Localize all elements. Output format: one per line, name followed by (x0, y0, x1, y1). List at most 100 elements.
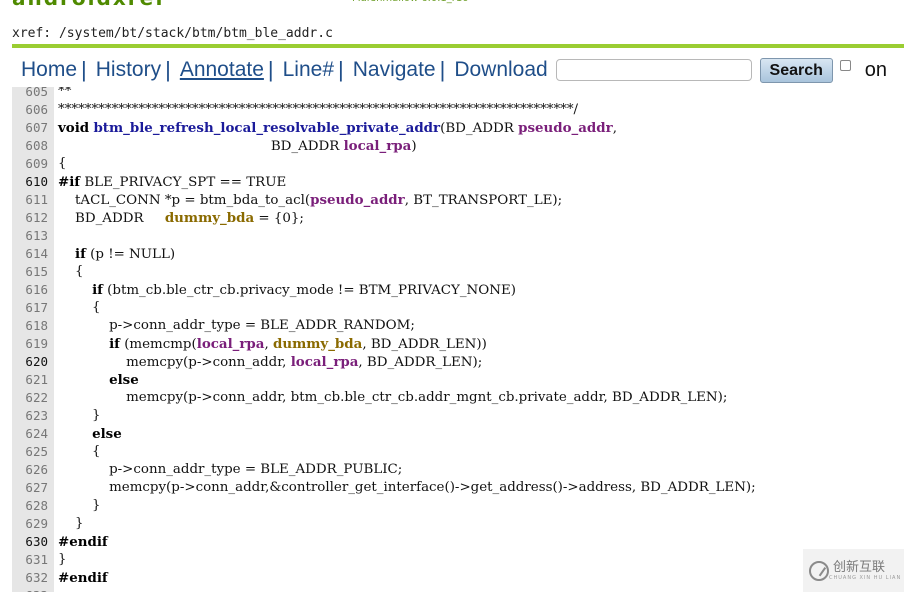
code-line-text: if (btm_cb.ble_ctr_cb.privacy_mode != BT… (92, 282, 516, 298)
line-number-link[interactable]: 613 (12, 227, 48, 245)
code-line-text: { (58, 156, 67, 171)
code-line: 610 #if BLE_PRIVACY_SPT == TRUE (12, 173, 904, 191)
code-line: 618 p->conn_addr_type = BLE_ADDR_RANDOM; (12, 317, 904, 335)
logo-banner: androidxref Marshmallow 6.0.1_r10 (0, 0, 904, 9)
code-line-text: #endif (58, 570, 108, 586)
code-line: 628 } (12, 497, 904, 515)
line-number-link[interactable]: 631 (12, 551, 48, 569)
code-line: 621 else (12, 371, 904, 389)
code-line: 608 BD_ADDR local_rpa) (12, 137, 904, 155)
code-line-text: else (92, 426, 122, 442)
code-line-text: BD_ADDR local_rpa) (58, 138, 417, 154)
code-line: 609 { (12, 155, 904, 173)
code-line-text: ****************************************… (58, 102, 579, 117)
code-line: 620 memcpy(p->conn_addr, local_rpa, BD_A… (12, 353, 904, 371)
code-line-text: { (58, 264, 84, 279)
code-line: 616 if (btm_cb.ble_ctr_cb.privacy_mode !… (12, 281, 904, 299)
code-lines: 605 ** 606 ********************************… (12, 87, 904, 592)
logo-graphic: androidxref (12, 0, 302, 8)
code-line-text: memcpy(p->conn_addr, btm_cb.ble_ctr_cb.a… (58, 390, 728, 405)
line-number-link[interactable]: 620 (12, 353, 48, 371)
watermark-logo-icon (809, 560, 829, 581)
code-line-text: #if BLE_PRIVACY_SPT == TRUE (58, 174, 287, 190)
watermark: 创新互联 CHUANG XIN HU LIAN (803, 549, 904, 592)
menu-home-link[interactable]: Home (12, 57, 81, 83)
line-number-link[interactable]: 622 (12, 389, 48, 407)
line-number-link[interactable]: 633 (12, 587, 48, 592)
line-number-link[interactable]: 607 (12, 119, 48, 137)
search-scope-label: on (864, 58, 887, 81)
code-line-text: void btm_ble_refresh_local_resolvable_pr… (58, 120, 617, 136)
code-line-text: { (58, 444, 101, 459)
code-line: 622 memcpy(p->conn_addr, btm_cb.ble_ctr_… (12, 389, 904, 407)
code-line: 631} (12, 551, 904, 569)
code-line-text: else (109, 372, 139, 388)
code-line: 615 { (12, 263, 904, 281)
xref-path: xref: /system/bt/stack/btm/btm_ble_addr.… (12, 26, 333, 41)
line-number-link[interactable]: 612 (12, 209, 48, 227)
code-line: 633 (12, 587, 904, 592)
code-line-text: memcpy(p->conn_addr,&controller_get_inte… (58, 480, 756, 495)
code-line-text: { (58, 300, 101, 315)
line-number-link[interactable]: 626 (12, 461, 48, 479)
watermark-text-block: 创新互联 CHUANG XIN HU LIAN (829, 560, 902, 581)
code-line: 629 } (12, 515, 904, 533)
code-line: 614 if (p != NULL) (12, 245, 904, 263)
code-line: 632 #endif (12, 569, 904, 587)
line-number-link[interactable]: 624 (12, 425, 48, 443)
line-number-link[interactable]: 615 (12, 263, 48, 281)
line-number-link[interactable]: 610 (12, 173, 48, 191)
line-number-link[interactable]: 616 (12, 281, 48, 299)
code-line-text: if (p != NULL) (75, 246, 176, 262)
code-line-text: #endif (58, 534, 108, 550)
source-code-view: 605 ** 606 ********************************… (12, 87, 904, 592)
menu-line-numbers-link[interactable]: Line# (274, 57, 338, 83)
line-number-link[interactable]: 606 (12, 101, 48, 119)
code-line: 606 *************************************… (12, 101, 904, 119)
code-line: 627 memcpy(p->conn_addr,&controller_get_… (12, 479, 904, 497)
code-line-text: p->conn_addr_type = BLE_ADDR_RANDOM; (58, 318, 415, 333)
line-number-link[interactable]: 628 (12, 497, 48, 515)
search-scope-checkbox[interactable] (839, 59, 851, 71)
line-number-link[interactable]: 627 (12, 479, 48, 497)
line-number-link[interactable]: 619 (12, 335, 48, 353)
code-line: 619 if (memcmp(local_rpa, dummy_bda, BD_… (12, 335, 904, 353)
code-line-text: } (58, 516, 84, 531)
search-input[interactable] (555, 59, 752, 81)
code-line: 605 ** (12, 87, 904, 101)
line-number-link[interactable]: 630 (12, 533, 48, 551)
line-number-link[interactable]: 625 (12, 443, 48, 461)
code-line: 611 tACL_CONN *p = btm_bda_to_acl(pseudo… (12, 191, 904, 209)
line-number-link[interactable]: 621 (12, 371, 48, 389)
logo-tagline-graphic: Marshmallow 6.0.1_r10 (352, 0, 469, 4)
line-number-link[interactable]: 614 (12, 245, 48, 263)
line-number-link[interactable]: 632 (12, 569, 48, 587)
search-button[interactable]: Search (759, 57, 833, 83)
navigation-menu: Home | History | Annotate | Line# | Navi… (12, 54, 904, 86)
line-number-link[interactable]: 617 (12, 299, 48, 317)
menu-annotate-link[interactable]: Annotate (171, 57, 268, 83)
line-number-link[interactable]: 608 (12, 137, 48, 155)
code-line-text: } (58, 408, 101, 423)
line-number-link[interactable]: 618 (12, 317, 48, 335)
code-line-text: } (58, 552, 67, 567)
line-number-link[interactable]: 605 (12, 87, 48, 101)
code-line-text: BD_ADDR dummy_bda = {0}; (58, 210, 304, 226)
code-line: 630 #endif (12, 533, 904, 551)
line-number-link[interactable]: 623 (12, 407, 48, 425)
code-line-text: if (memcmp(local_rpa, dummy_bda, BD_ADDR… (109, 336, 487, 352)
code-line-text: } (58, 498, 101, 513)
line-number-link[interactable]: 629 (12, 515, 48, 533)
code-line: 626 p->conn_addr_type = BLE_ADDR_PUBLIC; (12, 461, 904, 479)
watermark-subtext: CHUANG XIN HU LIAN (829, 574, 902, 581)
menu-download-link[interactable]: Download (445, 57, 551, 83)
header-divider (12, 44, 904, 48)
code-line: 607 void btm_ble_refresh_local_resolvable… (12, 119, 904, 137)
code-line: 623 } (12, 407, 904, 425)
menu-navigate-link[interactable]: Navigate (344, 57, 440, 83)
code-line: 613 (12, 227, 904, 245)
menu-history-link[interactable]: History (87, 57, 165, 83)
line-number-link[interactable]: 611 (12, 191, 48, 209)
line-number-link[interactable]: 609 (12, 155, 48, 173)
code-line-text: memcpy(p->conn_addr, local_rpa, BD_ADDR_… (58, 354, 483, 370)
